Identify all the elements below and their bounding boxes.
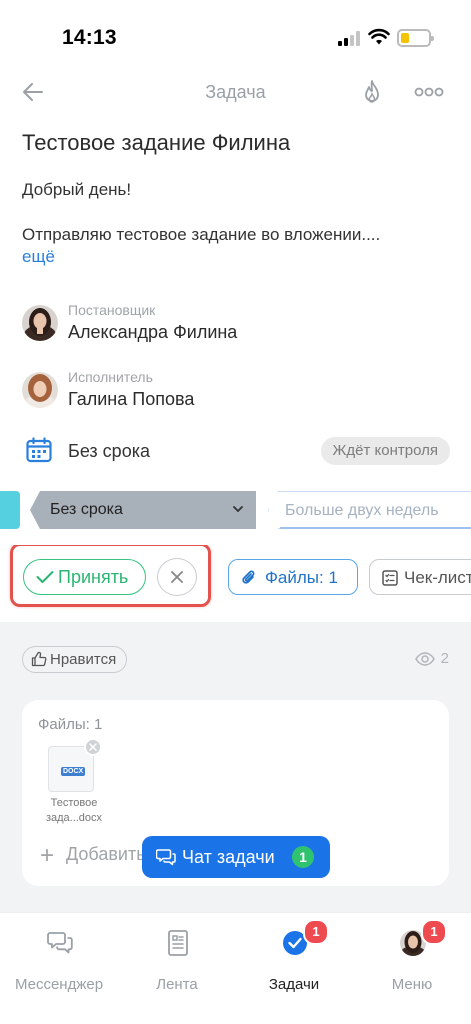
accept-button[interactable]: Принять	[23, 559, 146, 595]
accept-label: Принять	[58, 567, 129, 587]
checklist-label: Чек-лист	[404, 568, 471, 587]
remove-file-button[interactable]	[84, 738, 102, 756]
tab-menu[interactable]: 1 Меню	[353, 919, 471, 997]
close-icon	[171, 571, 183, 583]
assignee-row[interactable]: Исполнитель Галина Попова	[22, 369, 422, 425]
paperclip-icon	[242, 570, 255, 584]
feed-icon	[168, 930, 188, 956]
task-chat-label: Чат задачи	[182, 847, 275, 867]
stage-next-underline	[280, 527, 471, 529]
assignee-name: Галина Попова	[68, 389, 195, 409]
bottom-tab-bar: Мессенджер Лента 1 Задачи 1 Меню	[0, 912, 471, 1024]
stage-next-label: Больше двух недель	[285, 502, 439, 519]
task-description-body: Отправляю тестовое задание во вложении..…	[22, 225, 381, 244]
eye-icon	[414, 652, 435, 666]
close-icon	[89, 743, 97, 751]
creator-name: Александра Филина	[68, 322, 238, 342]
tab-menu-badge: 1	[421, 919, 447, 945]
tab-feed[interactable]: Лента	[118, 927, 236, 997]
creator-row[interactable]: Постановщик Александра Филина	[22, 302, 422, 358]
files-card-header: Файлы: 1	[38, 716, 103, 733]
wifi-icon	[368, 28, 390, 45]
stage-current-dropdown[interactable]: Без срока	[30, 491, 256, 529]
thumbs-up-icon	[31, 651, 47, 667]
show-more-link[interactable]: ещё	[22, 247, 55, 267]
files-label: Файлы: 1	[265, 568, 338, 587]
more-options-icon[interactable]	[414, 82, 444, 102]
views-counter: 2	[414, 650, 449, 667]
avatar	[22, 305, 58, 341]
creator-role-label: Постановщик	[68, 302, 156, 318]
stage-strip: Без срока Больше двух недель	[0, 491, 471, 531]
flame-icon[interactable]	[360, 78, 384, 106]
file-type-tag: DOCX	[61, 767, 86, 776]
tab-messenger[interactable]: Мессенджер	[0, 927, 118, 997]
file-name: Тестовое зада...docx	[36, 796, 112, 826]
add-file-button[interactable]: + Добавить	[40, 842, 150, 870]
checklist-icon	[382, 570, 398, 586]
chat-icon	[156, 849, 176, 866]
deadline-row[interactable]: Без срока Ждёт контроля	[22, 433, 452, 469]
deadline-text: Без срока	[68, 441, 150, 461]
task-title: Тестовое задание Филина	[22, 130, 291, 155]
file-name-line2: зада...docx	[45, 812, 103, 824]
battery-icon	[397, 29, 434, 47]
avatar	[22, 372, 58, 408]
status-badge: Ждёт контроля	[320, 437, 450, 465]
tab-messenger-label: Мессенджер	[14, 976, 104, 993]
task-description-greeting: Добрый день!	[22, 180, 132, 199]
nav-bar: Задача	[0, 70, 471, 114]
views-count: 2	[440, 650, 449, 667]
stage-previous[interactable]	[0, 491, 20, 529]
tab-tasks-label: Задачи	[268, 976, 320, 993]
stage-next[interactable]: Больше двух недель	[268, 491, 471, 529]
check-icon	[36, 571, 54, 583]
stage-current-label: Без срока	[50, 501, 123, 518]
tab-feed-label: Лента	[156, 976, 198, 993]
messenger-icon	[47, 932, 73, 954]
status-time: 14:13	[62, 26, 117, 49]
like-button[interactable]: Нравится	[22, 646, 128, 673]
reject-button[interactable]	[157, 558, 197, 596]
task-chat-count-badge: 1	[292, 846, 314, 868]
cellular-signal-icon	[338, 31, 360, 46]
task-chat-button[interactable]: Чат задачи 1	[142, 836, 330, 878]
checklist-button[interactable]: Чек-лист	[369, 559, 471, 595]
status-bar: 14:13	[0, 0, 471, 70]
tab-menu-label: Меню	[391, 976, 433, 993]
like-label: Нравится	[50, 651, 117, 668]
page-title: Задача	[205, 82, 266, 102]
plus-icon: +	[40, 842, 55, 869]
chevron-down-icon	[233, 506, 243, 513]
actions-row: Принять Файлы: 1 Чек-лист	[0, 545, 471, 609]
tab-tasks-badge: 1	[303, 919, 329, 945]
tab-tasks[interactable]: 1 Задачи	[235, 919, 353, 997]
files-button[interactable]: Файлы: 1	[228, 559, 358, 595]
calendar-icon	[26, 437, 52, 463]
add-file-label: Добавить	[66, 844, 146, 864]
assignee-role-label: Исполнитель	[68, 369, 153, 385]
file-name-line1: Тестовое	[50, 797, 98, 809]
